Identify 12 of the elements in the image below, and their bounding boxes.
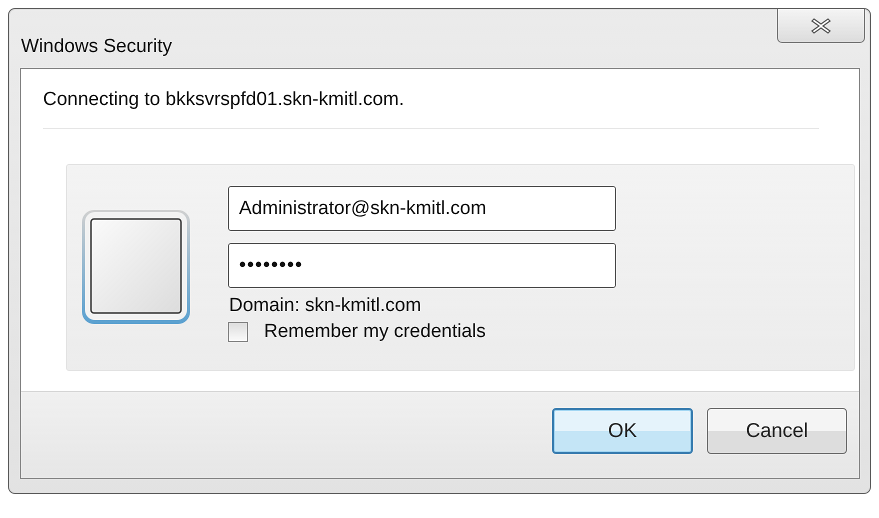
username-field[interactable]: Administrator@skn-kmitl.com <box>228 186 616 231</box>
close-icon <box>810 16 832 34</box>
remember-checkbox[interactable] <box>228 322 248 342</box>
domain-label: Domain: skn-kmitl.com <box>229 295 422 317</box>
remember-label: Remember my credentials <box>264 321 486 343</box>
connection-message: Connecting to bkksvrspfd01.skn-kmitl.com. <box>43 89 406 111</box>
window-title: Windows Security <box>21 36 172 58</box>
dialog-button[interactable]: Cancel <box>707 408 847 454</box>
close-button[interactable] <box>777 9 865 43</box>
dialog-button[interactable]: OK <box>552 408 693 454</box>
user-tile-icon <box>81 209 191 325</box>
password-field[interactable]: •••••••• <box>228 243 616 288</box>
